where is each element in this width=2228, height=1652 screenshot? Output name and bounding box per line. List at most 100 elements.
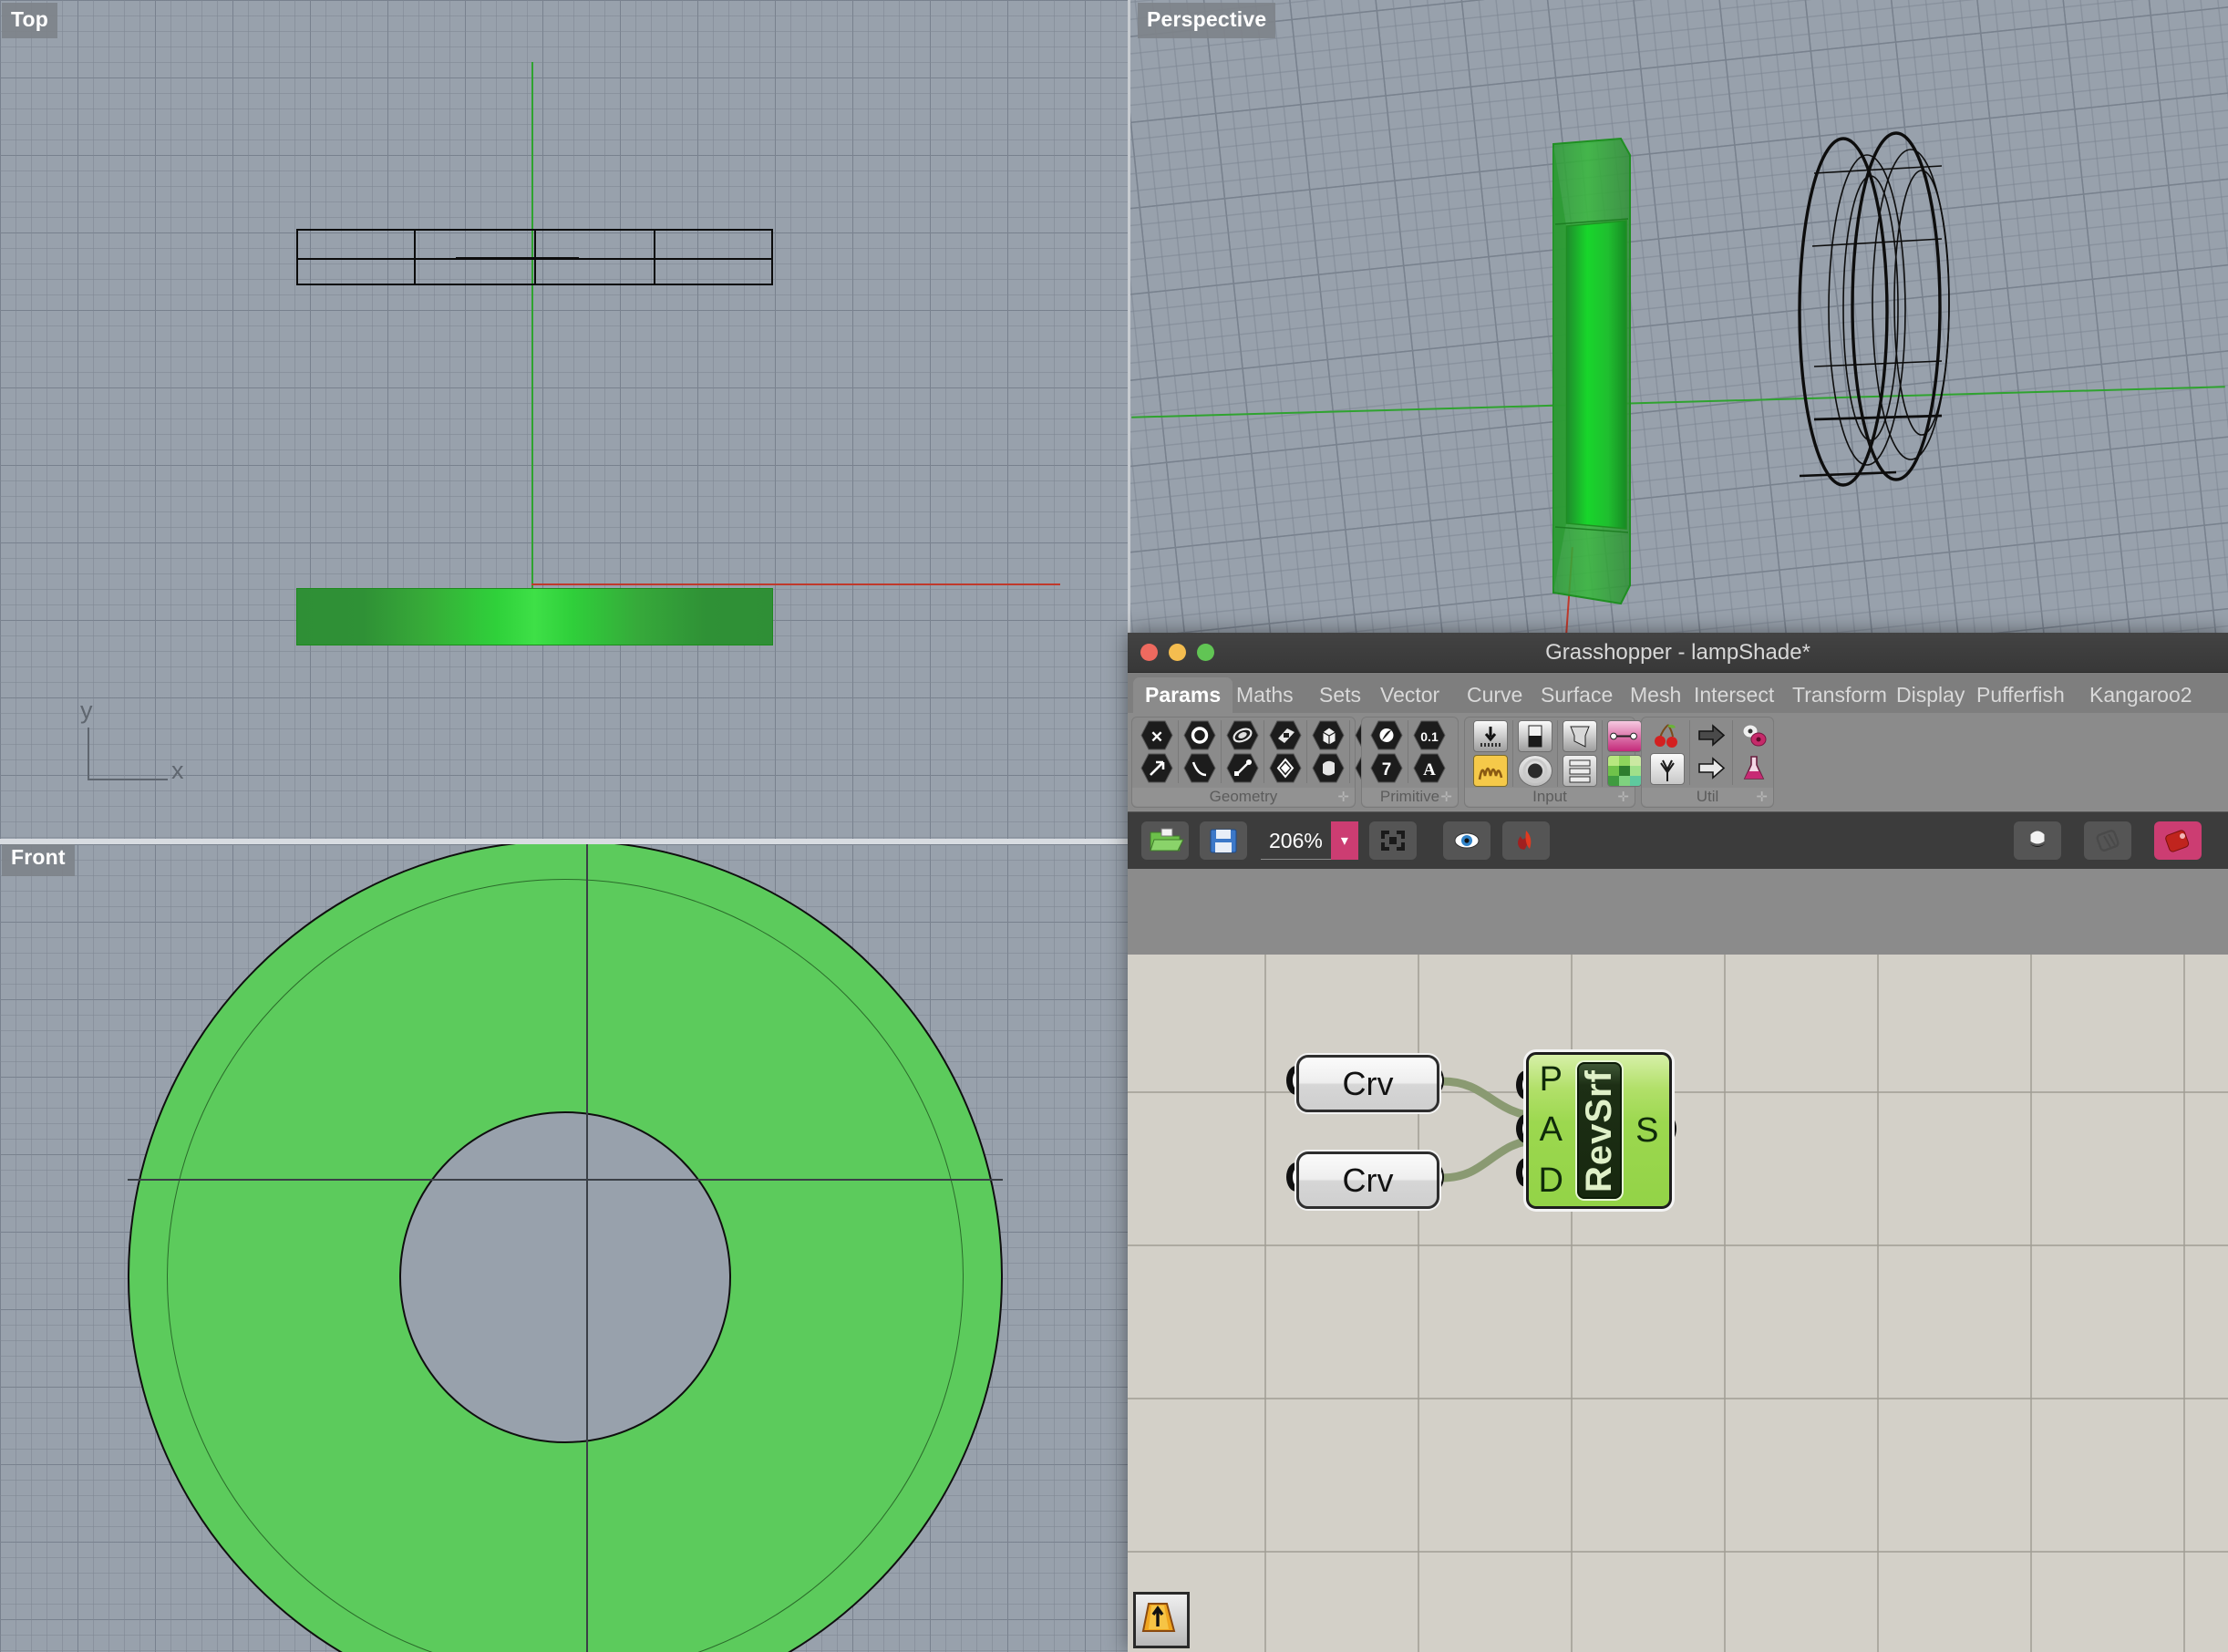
ribbon-tabbar[interactable]: Params Maths Sets Vector Curve Surface M… <box>1128 673 2228 713</box>
node-label[interactable]: Crv <box>1296 1151 1439 1209</box>
ribbon-group-util[interactable]: Util ✛ <box>1641 717 1774 808</box>
tab-pufferfish[interactable]: Pufferfish <box>1965 677 2077 713</box>
bake-button[interactable] <box>1502 821 1550 860</box>
output-label-S: S <box>1635 1110 1659 1150</box>
tab-transform[interactable]: Transform <box>1780 677 1899 713</box>
component-outputs: S <box>1625 1055 1670 1206</box>
tab-intersect[interactable]: Intersect <box>1682 677 1786 713</box>
component-label: RevSrf <box>1578 1069 1619 1193</box>
relay-light-icon[interactable] <box>1695 753 1728 783</box>
ribbon-group-label: Util ✛ <box>1642 788 1773 806</box>
profiler-button[interactable] <box>2154 821 2202 860</box>
brep-param-icon[interactable] <box>1312 753 1345 783</box>
tab-maths[interactable]: Maths <box>1224 677 1305 713</box>
expand-icon[interactable]: ✛ <box>1337 789 1349 807</box>
window-title: Grasshopper - lampShade* <box>1545 640 1810 665</box>
profile-rings-perspective <box>1798 131 1950 487</box>
profile-wire-div1 <box>414 229 416 285</box>
curve-param-icon[interactable] <box>1183 753 1216 783</box>
tab-sets[interactable]: Sets <box>1307 677 1373 713</box>
tab-vector[interactable]: Vector <box>1368 677 1451 713</box>
boolean-toggle-icon[interactable] <box>1518 720 1552 752</box>
profile-wire-div3 <box>654 229 655 285</box>
preview-toggle-button[interactable] <box>1443 821 1490 860</box>
graph-mapper-icon[interactable] <box>1473 755 1508 787</box>
window-titlebar[interactable]: Grasshopper - lampShade* <box>1128 633 2228 673</box>
line-param-icon[interactable] <box>1226 753 1259 783</box>
geometry-arrow-icon[interactable] <box>1140 753 1173 783</box>
component-body[interactable]: P A D RevSrf S <box>1526 1052 1672 1209</box>
geometry-x-icon[interactable]: ✕ <box>1140 720 1173 750</box>
tab-kangaroo2[interactable]: Kangaroo2 <box>2078 677 2204 713</box>
save-file-button[interactable] <box>1200 821 1247 860</box>
viewport-label-front[interactable]: Front <box>2 844 75 876</box>
input-label-A: A <box>1539 1110 1563 1150</box>
gradient-icon[interactable] <box>1607 720 1642 752</box>
viewport-label-top[interactable]: Top <box>2 3 58 38</box>
transform-param-icon[interactable] <box>1269 753 1302 783</box>
ribbon-group-input[interactable]: Input ✛ <box>1464 717 1642 808</box>
input-label-P: P <box>1539 1060 1563 1100</box>
ribbon-group-primitive[interactable]: 7 0.1 A Primitive ✛ <box>1361 717 1459 808</box>
zoom-control[interactable]: 206% ▾ <box>1261 821 1358 860</box>
grasshopper-widget-icon[interactable] <box>1133 1592 1190 1648</box>
surface-param-icon[interactable] <box>1226 720 1259 750</box>
flask-icon[interactable] <box>1738 753 1770 783</box>
tab-display[interactable]: Display <box>1884 677 1976 713</box>
box-param-icon[interactable] <box>1312 720 1345 750</box>
ribbon-group-geometry[interactable]: ✕ Geometry ✛ <box>1131 717 1387 808</box>
definition-canvas[interactable]: Crv Crv P A D RevSrf S <box>1128 955 2228 1652</box>
svg-text:7: 7 <box>1382 760 1392 780</box>
grasshopper-window[interactable]: Grasshopper - lampShade* Params Maths Se… <box>1128 633 2228 1652</box>
expand-icon[interactable]: ✛ <box>1756 789 1768 807</box>
cherry-picker-icon[interactable] <box>1650 720 1683 750</box>
plane-param-icon[interactable] <box>1269 720 1302 750</box>
ribbon-group-label: Primitive ✛ <box>1362 788 1458 806</box>
expand-icon[interactable]: ✛ <box>1440 789 1452 807</box>
zoom-level-value[interactable]: 206% <box>1261 821 1331 860</box>
node-crv-1[interactable]: Crv <box>1286 1055 1444 1112</box>
preview-shaded-button[interactable] <box>2084 821 2131 860</box>
node-crv-2[interactable]: Crv <box>1286 1151 1444 1209</box>
viewport-front[interactable]: z x Front <box>0 844 1128 1652</box>
axis-label-y: y <box>80 697 93 724</box>
tab-curve[interactable]: Curve <box>1455 677 1534 713</box>
tab-params[interactable]: Params <box>1133 677 1233 713</box>
component-name-plate: RevSrf <box>1576 1062 1622 1199</box>
text-param-icon[interactable]: A <box>1413 753 1446 783</box>
number-slider-icon[interactable] <box>1473 720 1508 752</box>
axis-label-x: x <box>171 757 184 784</box>
expand-icon[interactable]: ✛ <box>1617 789 1629 807</box>
viewport-top[interactable]: y x Top <box>0 0 1128 839</box>
chevron-down-icon[interactable]: ▾ <box>1330 821 1358 860</box>
panel-icon[interactable] <box>1563 755 1597 787</box>
circle-param-icon[interactable] <box>1183 720 1216 750</box>
integer-param-icon[interactable]: 7 <box>1370 753 1403 783</box>
value-list-icon[interactable] <box>1563 720 1597 752</box>
component-inputs: P A D <box>1529 1055 1573 1206</box>
svg-text:A: A <box>1423 760 1436 780</box>
cluster-icon[interactable] <box>1738 720 1770 750</box>
ribbon-panel[interactable]: ✕ Geometry ✛ 7 0.1 A Primitive ✛ Input ✛… <box>1128 713 2228 811</box>
node-label[interactable]: Crv <box>1296 1055 1439 1112</box>
ribbon-group-label: Input ✛ <box>1465 788 1635 806</box>
colour-swatch-icon[interactable] <box>1607 755 1642 787</box>
svg-text:0.1: 0.1 <box>1420 729 1439 744</box>
open-file-button[interactable] <box>1141 821 1189 860</box>
data-tree-icon[interactable] <box>1650 753 1685 785</box>
number-param-icon[interactable]: 0.1 <box>1413 720 1446 750</box>
lampshade-surface-top <box>296 588 773 645</box>
zoom-extents-button[interactable] <box>1369 821 1417 860</box>
boolean-param-icon[interactable] <box>1370 720 1403 750</box>
node-revsrf[interactable]: P A D RevSrf S <box>1516 1052 1676 1209</box>
crosshair-horizontal <box>128 1179 1003 1181</box>
relay-dark-icon[interactable] <box>1695 720 1728 750</box>
lampshade-solid-perspective <box>1552 137 1631 605</box>
canvas-toolbar[interactable]: 206% ▾ <box>1128 811 2228 869</box>
tab-surface[interactable]: Surface <box>1529 677 1625 713</box>
preview-mesh-button[interactable] <box>2014 821 2061 860</box>
axis-x-line <box>531 583 1060 585</box>
lampshade-inner-circle <box>399 1111 731 1443</box>
button-icon[interactable] <box>1518 755 1552 787</box>
viewport-label-perspective[interactable]: Perspective <box>1138 3 1276 38</box>
